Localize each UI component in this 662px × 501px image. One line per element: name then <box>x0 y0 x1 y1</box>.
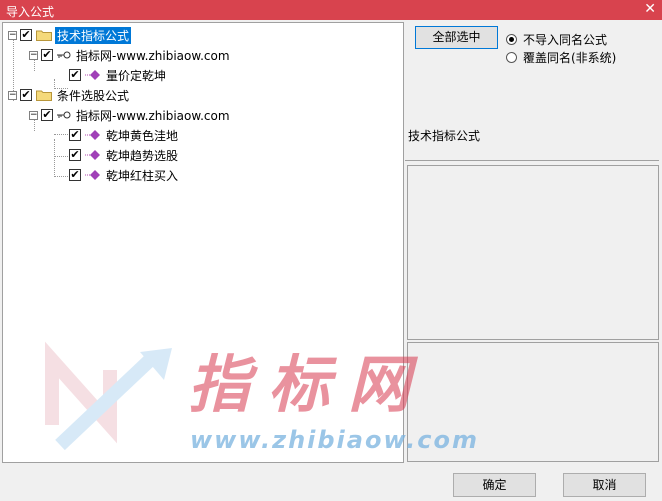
title-bar: 导入公式 ✕ <box>0 0 662 20</box>
checkbox[interactable]: ✔ <box>20 89 32 101</box>
folder-icon <box>36 90 52 101</box>
formula-info: 技术指标公式 <box>405 122 659 152</box>
collapse-icon[interactable]: − <box>8 90 17 100</box>
formula-icon <box>85 130 100 140</box>
radio-no-import-same[interactable]: 不导入同名公式 <box>506 31 607 48</box>
formula-icon <box>85 170 100 180</box>
tree-node-label: 乾坤黄色洼地 <box>106 128 179 143</box>
ok-button[interactable]: 确定 <box>453 473 536 497</box>
formula-tree[interactable]: − ✔ 技术指标公式 − ✔ 指标网-www.zhibiaow.com ✔ 量价… <box>2 22 404 463</box>
tree-node-label: 技术指标公式 <box>55 26 132 44</box>
cancel-button[interactable]: 取消 <box>563 473 646 497</box>
radio-unselected-icon <box>506 52 517 63</box>
tree-node-formula[interactable]: ✔ 量价定乾坤 <box>69 66 168 84</box>
select-all-button[interactable]: 全部选中 <box>415 26 498 49</box>
tree-node-formula[interactable]: ✔ 乾坤黄色洼地 <box>69 126 180 144</box>
collapse-icon[interactable]: − <box>29 50 38 60</box>
checkbox[interactable]: ✔ <box>69 169 81 181</box>
tree-connector <box>54 156 68 157</box>
info-text: 技术指标公式 <box>408 129 481 143</box>
tree-node-formula[interactable]: ✔ 乾坤趋势选股 <box>69 146 180 164</box>
radio-label: 覆盖同名(非系统) <box>523 51 617 65</box>
tree-node-source-2[interactable]: − ✔ 指标网-www.zhibiaow.com <box>29 106 232 124</box>
tree-node-label: 乾坤红柱买入 <box>106 168 179 183</box>
tree-node-stock-screening[interactable]: − ✔ 条件选股公式 <box>8 86 131 104</box>
collapse-icon[interactable]: − <box>29 110 38 120</box>
key-icon <box>57 111 71 119</box>
tree-node-label: 指标网-www.zhibiaow.com <box>76 108 230 123</box>
radio-selected-icon <box>506 34 517 45</box>
checkbox[interactable]: ✔ <box>41 49 53 61</box>
tree-node-label: 指标网-www.zhibiaow.com <box>76 48 230 63</box>
checkbox[interactable]: ✔ <box>69 69 81 81</box>
collapse-icon[interactable]: − <box>8 30 17 40</box>
window-title: 导入公式 <box>6 5 55 19</box>
divider <box>405 160 659 161</box>
tree-node-label: 条件选股公式 <box>57 88 130 103</box>
formula-icon <box>85 70 100 80</box>
checkbox[interactable]: ✔ <box>20 29 32 41</box>
tree-node-source-1[interactable]: − ✔ 指标网-www.zhibiaow.com <box>29 46 232 64</box>
tree-connector <box>54 176 68 177</box>
formula-icon <box>85 150 100 160</box>
radio-overwrite-same[interactable]: 覆盖同名(非系统) <box>506 49 616 66</box>
description-panel <box>407 165 659 340</box>
tree-node-formula[interactable]: ✔ 乾坤红柱买入 <box>69 166 180 184</box>
checkbox[interactable]: ✔ <box>69 149 81 161</box>
checkbox[interactable]: ✔ <box>41 109 53 121</box>
folder-icon <box>36 30 52 41</box>
tree-connector <box>54 134 68 135</box>
tree-node-label: 量价定乾坤 <box>106 68 167 83</box>
radio-label: 不导入同名公式 <box>523 33 608 47</box>
tree-node-label: 乾坤趋势选股 <box>106 148 179 163</box>
close-icon[interactable]: ✕ <box>644 1 656 17</box>
parameter-panel <box>407 342 659 462</box>
key-icon <box>57 51 71 59</box>
checkbox[interactable]: ✔ <box>69 129 81 141</box>
tree-node-tech-indicators[interactable]: − ✔ 技术指标公式 <box>8 26 132 44</box>
tree-connector <box>54 139 55 177</box>
